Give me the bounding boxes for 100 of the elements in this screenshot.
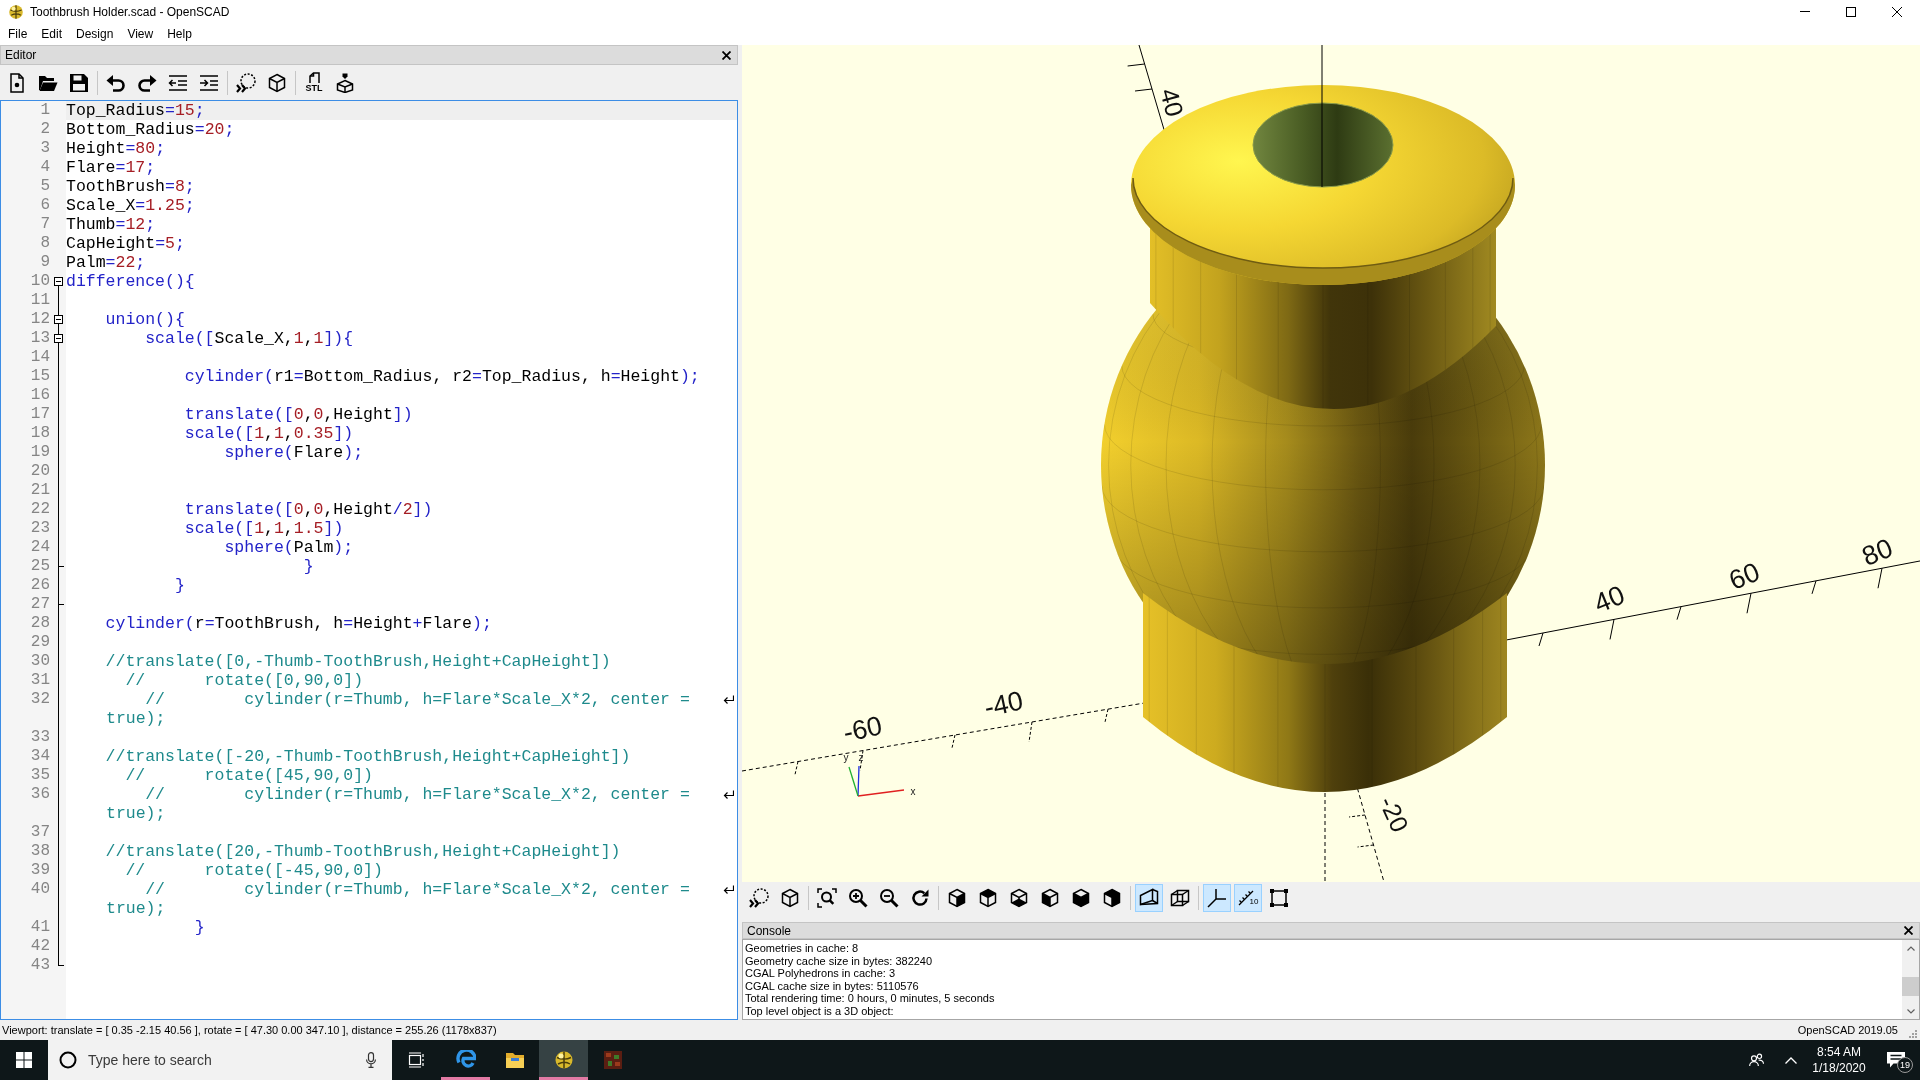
close-icon — [722, 50, 731, 60]
fold-toggle-icon[interactable] — [54, 277, 63, 286]
circle-icon — [59, 1051, 77, 1069]
menu-item[interactable]: File — [1, 23, 35, 45]
console-line: CGAL Polyhedrons in cache: 3 — [745, 967, 896, 980]
code-line: translate([0,0,Height/2]) — [183, 500, 433, 519]
redo-arrow-icon — [137, 72, 157, 93]
line-number: 31 — [29, 671, 50, 690]
code-line: // rotate([45,90,0]) — [124, 766, 373, 785]
fold-toggle-icon[interactable] — [54, 315, 63, 324]
axis-label: 80 — [1857, 532, 1897, 572]
zoom-fit-icon — [817, 887, 837, 908]
clock-button[interactable]: 8:54 AM 1/18/2020 — [1806, 1040, 1872, 1080]
version-text: OpenSCAD 2019.05 — [1797, 1023, 1898, 1037]
3d-viewport[interactable]: -60 -40 40 60 80 40 -20 x y z — [742, 45, 1920, 882]
axes-gizmo-icon — [848, 765, 905, 797]
code-line: } — [193, 918, 205, 937]
cube-icon — [1102, 887, 1122, 908]
block-icon — [602, 1050, 623, 1070]
line-number: 19 — [29, 443, 50, 462]
code-line: cylinder(r1=Bottom_Radius, r2=Top_Radius, h=Height); — [183, 367, 700, 386]
line-number: 37 — [29, 823, 50, 842]
line-number: 3 — [39, 139, 50, 158]
code-line: // cylinder(r=Thumb, h=Flare*Scale_X*2, center = — [144, 690, 690, 709]
line-number: 27 — [29, 595, 50, 614]
line-number: 17 — [29, 405, 50, 424]
code-line: // rotate([-45,90,0]) — [124, 861, 383, 880]
perspective-button[interactable] — [1135, 883, 1163, 912]
search-field[interactable]: Type here to search — [48, 1040, 392, 1080]
line-number: 24 — [29, 538, 50, 557]
line-number: 12 — [29, 310, 50, 329]
line-number: 15 — [29, 367, 50, 386]
code-line: true); — [106, 709, 166, 728]
code-line: Scale_X=1.25; — [66, 196, 195, 215]
code-line: Palm=22; — [66, 253, 146, 272]
clock-time: 8:54 AM — [1817, 1044, 1861, 1060]
document-icon — [7, 72, 27, 93]
notification-button[interactable]: 19 — [1872, 1040, 1920, 1080]
console-line: Total rendering time: 0 hours, 0 minutes, 5 seconds — [745, 992, 996, 1005]
line-number: 2 — [39, 120, 50, 139]
scrollbar[interactable] — [1902, 940, 1919, 1019]
line-number: 23 — [29, 519, 50, 538]
console-line: CGAL cache size in bytes: 5110576 — [745, 979, 920, 993]
task-view-icon — [407, 1052, 426, 1068]
code-line: Bottom_Radius=20; — [66, 120, 235, 139]
code-line: scale([1,1,1.5]) — [183, 519, 344, 538]
microphone-icon — [366, 1052, 376, 1068]
code-line: // rotate([0,90,0]) — [124, 671, 364, 690]
axes-icon — [1207, 887, 1227, 908]
code-line: } — [302, 557, 314, 576]
code-line: Height=80; — [66, 139, 166, 158]
code-line: Top_Radius=15; — [66, 101, 205, 120]
cube-icon — [1009, 887, 1029, 908]
line-number: 13 — [29, 329, 50, 348]
line-number: 33 — [29, 728, 50, 747]
fold-toggle-icon[interactable] — [54, 334, 63, 343]
code-line: // cylinder(r=Thumb, h=Flare*Scale_X*2, center = — [144, 880, 690, 899]
console-line: Geometry cache size in bytes: 382240 — [745, 954, 934, 968]
show-axes-button[interactable] — [1203, 883, 1231, 912]
taskbar-app-button[interactable] — [539, 1040, 588, 1080]
line-number: 36 — [29, 785, 50, 804]
line-number: 43 — [29, 956, 50, 975]
scrollbar-thumb[interactable] — [1902, 977, 1919, 996]
zoom-out-icon — [879, 887, 899, 908]
wrap-arrow-icon — [723, 789, 734, 800]
windows-logo-icon — [16, 1052, 32, 1068]
scale-markers-button[interactable]: 10 — [1234, 883, 1262, 912]
line-number: 39 — [29, 861, 50, 880]
minimize-icon — [1800, 11, 1810, 12]
line-number: 34 — [29, 747, 50, 766]
line-number: 25 — [29, 557, 50, 576]
line-number: 32 — [29, 690, 50, 709]
dotted-sphere-icon — [749, 887, 769, 908]
line-number: 20 — [29, 462, 50, 481]
reset-arrow-icon — [910, 887, 930, 908]
line-number: 41 — [29, 918, 50, 937]
maximize-icon — [1846, 6, 1856, 17]
cube-icon — [1071, 887, 1091, 908]
line-number: 16 — [29, 386, 50, 405]
menu-item[interactable]: Edit — [34, 23, 70, 45]
panel-title: Editor — [5, 48, 37, 62]
letter-e-icon — [455, 1050, 476, 1070]
line-number: 5 — [39, 177, 50, 196]
menu-item[interactable]: Help — [160, 23, 199, 45]
code-line: // cylinder(r=Thumb, h=Flare*Scale_X*2, center = — [144, 785, 690, 804]
line-number: 42 — [29, 937, 50, 956]
close-panel-button[interactable] — [722, 50, 731, 60]
menu-item[interactable]: View — [120, 23, 161, 45]
line-number: 10 — [29, 272, 50, 291]
document-corner-icon — [307, 72, 321, 83]
axis-label: -60 — [840, 710, 885, 748]
line-number: 18 — [29, 424, 50, 443]
export-stl-button[interactable]: STL — [300, 68, 328, 97]
cube-icon — [780, 887, 800, 908]
code-line: Flare=17; — [66, 158, 156, 177]
close-panel-button[interactable] — [1904, 926, 1913, 935]
cube-icon — [978, 887, 998, 908]
menu-item[interactable]: Design — [69, 23, 121, 45]
code-line: difference(){ — [66, 272, 195, 291]
line-number: 1 — [39, 101, 50, 120]
